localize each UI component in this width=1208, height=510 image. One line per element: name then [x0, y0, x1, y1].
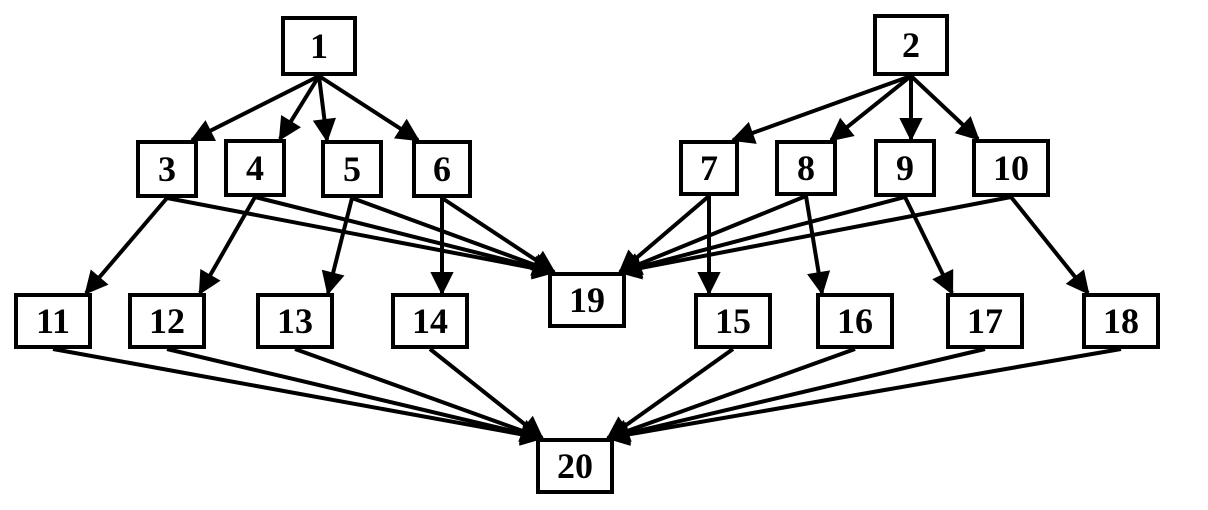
- node-2: 2: [873, 14, 949, 76]
- edge-8-19: [620, 196, 806, 272]
- node-4: 4: [224, 139, 286, 197]
- node-14: 14: [391, 293, 469, 349]
- edge-14-20: [430, 349, 542, 438]
- edge-2-8: [831, 76, 911, 140]
- node-18: 18: [1082, 293, 1160, 349]
- edge-7-19: [620, 196, 709, 272]
- edge-5-13: [328, 198, 352, 293]
- edge-1-5: [319, 76, 327, 140]
- node-16: 16: [816, 293, 894, 349]
- edge-16-20: [608, 349, 855, 438]
- edge-1-4: [280, 76, 319, 139]
- node-17: 17: [946, 293, 1024, 349]
- edges: [0, 0, 1208, 510]
- diagram: 1234567891011121314191516171820: [0, 0, 1208, 510]
- node-8: 8: [775, 140, 837, 196]
- edge-4-19: [255, 197, 554, 272]
- node-3: 3: [136, 140, 198, 198]
- edge-4-12: [200, 197, 255, 293]
- node-11: 11: [14, 293, 92, 349]
- edge-5-19: [352, 198, 554, 272]
- edge-10-19: [620, 197, 1011, 272]
- edge-2-10: [911, 76, 978, 139]
- edge-13-20: [295, 349, 542, 438]
- edge-17-20: [608, 349, 985, 438]
- edge-10-18: [1011, 197, 1088, 293]
- edge-2-7: [733, 76, 911, 140]
- node-5: 5: [321, 140, 383, 198]
- edge-3-19: [167, 198, 554, 272]
- node-13: 13: [256, 293, 334, 349]
- node-12: 12: [128, 293, 206, 349]
- edge-9-17: [905, 197, 952, 293]
- node-1: 1: [281, 16, 357, 76]
- edge-18-20: [608, 349, 1121, 438]
- edge-15-20: [608, 349, 733, 438]
- edge-1-6: [319, 76, 418, 140]
- edge-9-19: [620, 197, 905, 272]
- node-7: 7: [679, 140, 739, 196]
- edge-11-20: [53, 349, 542, 438]
- node-10: 10: [972, 139, 1050, 197]
- edge-3-11: [86, 198, 167, 293]
- node-6: 6: [412, 140, 472, 198]
- edge-8-16: [806, 196, 822, 293]
- edge-12-20: [167, 349, 542, 438]
- edge-6-19: [442, 198, 554, 272]
- edge-1-3: [192, 76, 319, 140]
- node-9: 9: [874, 139, 936, 197]
- node-19: 19: [548, 272, 626, 328]
- node-20: 20: [536, 438, 614, 494]
- node-15: 15: [694, 293, 772, 349]
